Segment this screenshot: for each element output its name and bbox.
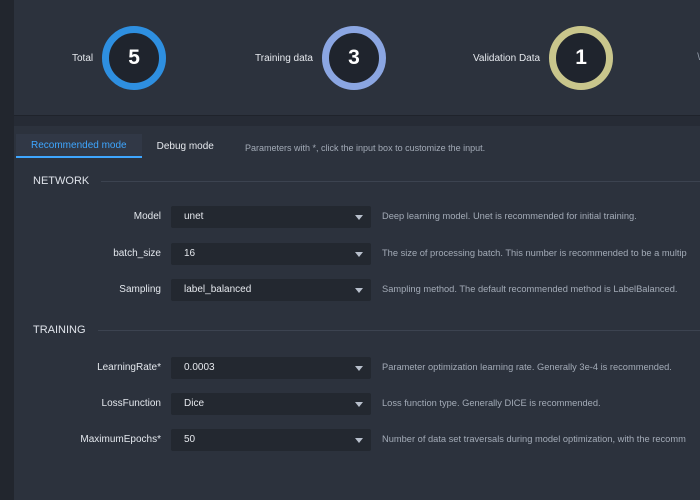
param-description: Deep learning model. Unet is recommended… — [382, 211, 637, 221]
mode-tabs: Recommended mode Debug mode — [16, 134, 229, 158]
select-value: Dice — [184, 398, 205, 409]
param-label: LossFunction — [101, 398, 161, 409]
select-value: 50 — [184, 434, 196, 445]
parameter-panel: Recommended mode Debug mode Parameters w… — [14, 126, 700, 500]
param-description: Loss function type. Generally DICE is re… — [382, 398, 601, 408]
stat-training-label: Training data — [255, 52, 313, 64]
model-select[interactable]: unet — [171, 206, 371, 228]
param-row-batch-size: batch_size 16 The size of processing bat… — [14, 243, 700, 265]
stat-total-value: 5 — [128, 46, 140, 69]
param-label: Model — [133, 211, 161, 222]
chevron-down-icon — [355, 252, 363, 257]
param-row-learning-rate: LearningRate* 0.0003 Parameter optimizat… — [14, 357, 700, 379]
chevron-down-icon — [355, 215, 363, 220]
param-label: Sampling — [119, 284, 161, 295]
learning-rate-select[interactable]: 0.0003 — [171, 357, 371, 379]
stat-total: Total 5 — [72, 26, 167, 90]
stat-validation-ring: 1 — [549, 26, 614, 90]
select-value: unet — [184, 211, 204, 222]
tab-debug-mode[interactable]: Debug mode — [142, 134, 229, 158]
section-divider — [101, 180, 700, 182]
chevron-down-icon — [355, 288, 363, 293]
stat-validation-value: 1 — [575, 46, 587, 69]
parameters-hint: Parameters with *, click the input box t… — [245, 143, 486, 153]
left-edge-strip — [0, 0, 14, 500]
dataset-summary: Total 5 Training data 3 Validation Data … — [14, 0, 700, 116]
param-label: LearningRate* — [97, 362, 161, 373]
param-row-loss-function: LossFunction Dice Loss function type. Ge… — [14, 393, 700, 415]
param-description: Parameter optimization learning rate. Ge… — [382, 362, 672, 372]
section-network-title: NETWORK — [33, 175, 90, 187]
section-divider — [97, 329, 700, 331]
chevron-down-icon — [355, 438, 363, 443]
param-description: Sampling method. The default recommended… — [382, 284, 678, 294]
section-network: NETWORK — [33, 175, 700, 187]
select-value: 16 — [184, 248, 196, 259]
param-row-model: Model unet Deep learning model. Unet is … — [14, 206, 700, 228]
param-row-sampling: Sampling label_balanced Sampling method.… — [14, 279, 700, 301]
param-description: Number of data set traversals during mod… — [382, 434, 686, 444]
maximum-epochs-select[interactable]: 50 — [171, 429, 371, 451]
stat-total-ring: 5 — [102, 26, 167, 90]
loss-function-select[interactable]: Dice — [171, 393, 371, 415]
tab-recommended-mode[interactable]: Recommended mode — [16, 134, 142, 158]
stat-training-ring: 3 — [322, 26, 386, 90]
stat-total-label: Total — [72, 52, 94, 64]
chevron-down-icon — [355, 366, 363, 371]
section-training: TRAINING — [33, 324, 700, 336]
batch-size-select[interactable]: 16 — [171, 243, 371, 265]
stat-training-value: 3 — [348, 46, 360, 69]
select-value: 0.0003 — [184, 362, 215, 373]
section-training-title: TRAINING — [33, 324, 86, 336]
stat-training-data: Training data 3 — [255, 26, 386, 90]
param-row-maximum-epochs: MaximumEpochs* 50 Number of data set tra… — [14, 429, 700, 451]
sampling-select[interactable]: label_balanced — [171, 279, 371, 301]
param-label: MaximumEpochs* — [80, 434, 161, 445]
stat-validation-label: Validation Data — [473, 52, 541, 64]
param-label: batch_size — [113, 248, 161, 259]
param-description: The size of processing batch. This numbe… — [382, 248, 687, 258]
stat-validation-data: Validation Data 1 — [473, 26, 614, 90]
chevron-down-icon — [355, 402, 363, 407]
select-value: label_balanced — [184, 284, 252, 295]
